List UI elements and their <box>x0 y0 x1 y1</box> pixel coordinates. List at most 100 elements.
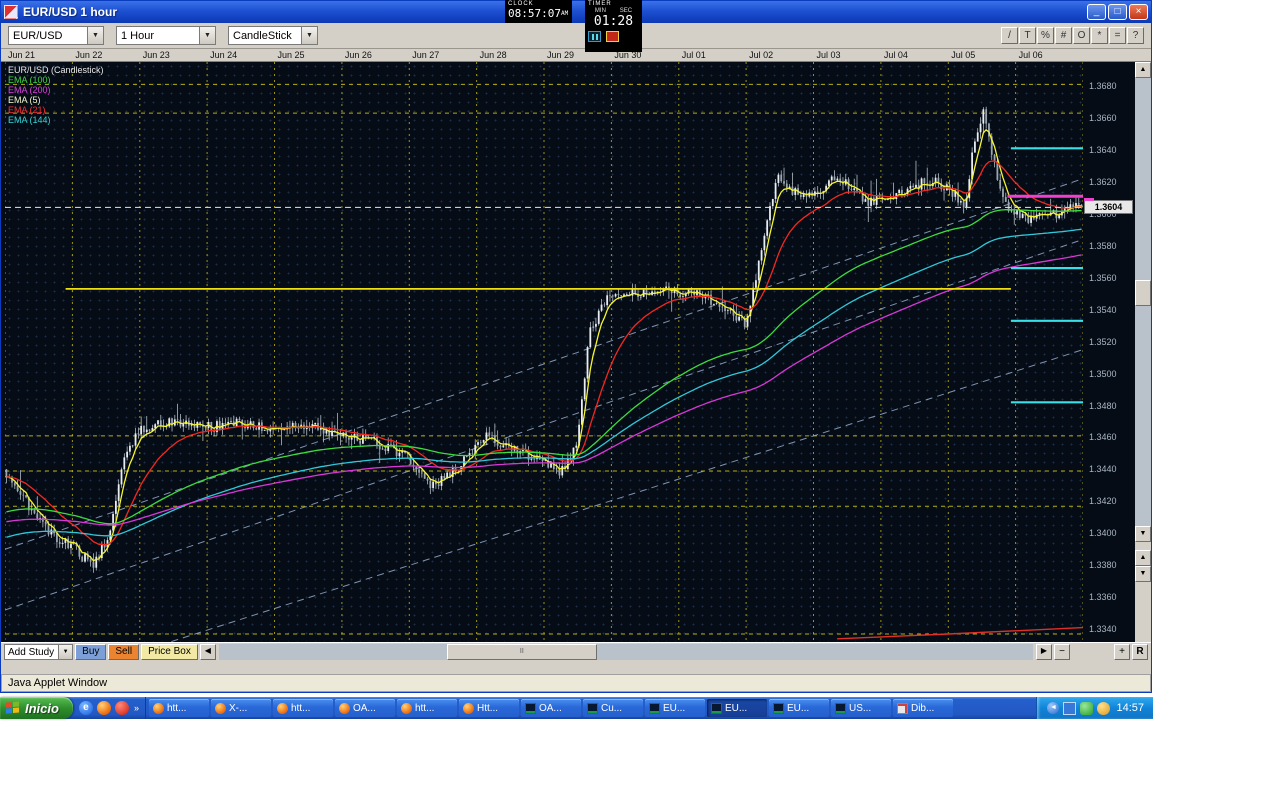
chevron-down-icon[interactable]: ▼ <box>199 27 215 44</box>
opera-icon[interactable] <box>115 701 129 715</box>
timer-value: 01:28 <box>588 15 639 29</box>
system-tray: 14:57 ◄ <box>1036 697 1153 719</box>
price-tick-label: 1.3680 <box>1089 81 1117 91</box>
help-icon[interactable]: ? <box>1127 27 1144 44</box>
taskbar-button-label: htt... <box>415 703 434 714</box>
vertical-scroll-thumb[interactable] <box>1135 280 1151 306</box>
taskbar-button[interactable]: OA... <box>335 699 395 717</box>
chart-icon <box>711 703 722 714</box>
taskbar-button[interactable]: EU... <box>707 699 767 717</box>
taskbar-button[interactable]: htt... <box>397 699 457 717</box>
taskbar-button[interactable]: Htt... <box>459 699 519 717</box>
taskbar-button-label: htt... <box>167 703 186 714</box>
symbol-select[interactable]: EUR/USD ▼ <box>8 26 104 45</box>
legend-item: EUR/USD (Candlestick) <box>8 65 104 75</box>
timer-stop-button[interactable] <box>606 31 619 42</box>
taskbar-button-label: Dib... <box>911 703 934 714</box>
chart-type-select[interactable]: CandleStick ▼ <box>228 26 318 45</box>
taskbar-button[interactable]: htt... <box>149 699 209 717</box>
taskbar-button[interactable]: OA... <box>521 699 581 717</box>
interval-select[interactable]: 1 Hour ▼ <box>116 26 216 45</box>
scale-up-button[interactable]: ▲ <box>1135 550 1151 566</box>
clock-ampm: AM <box>561 10 568 17</box>
taskbar-button[interactable]: htt... <box>273 699 333 717</box>
taskbar-button[interactable]: X-... <box>211 699 271 717</box>
start-button[interactable]: Inicio <box>0 697 73 719</box>
print-icon[interactable]: = <box>1109 27 1126 44</box>
price-tick-label: 1.3340 <box>1089 624 1117 634</box>
add-study-select[interactable]: Add Study ▼ <box>4 644 73 660</box>
network-icon[interactable] <box>1063 702 1076 715</box>
chart-icon <box>835 703 846 714</box>
start-button-label: Inicio <box>25 701 59 716</box>
date-label: Jun 25 <box>278 50 305 60</box>
scroll-up-button[interactable]: ▲ <box>1135 62 1151 78</box>
price-tick-label: 1.3380 <box>1089 560 1117 570</box>
taskbar-button[interactable]: EU... <box>769 699 829 717</box>
antivirus-icon[interactable] <box>1097 702 1110 715</box>
vertical-scrollbar[interactable]: ▲ ▼ ▲ ▼ <box>1135 62 1151 642</box>
refresh-icon[interactable]: O <box>1073 27 1090 44</box>
draw-line-icon[interactable]: / <box>1001 27 1018 44</box>
vertical-scroll-track[interactable] <box>1135 78 1151 526</box>
add-study-value: Add Study <box>5 645 58 659</box>
scroll-right-button[interactable]: ▶ <box>1036 644 1052 660</box>
grid-icon[interactable]: # <box>1055 27 1072 44</box>
taskbar-button-label: X-... <box>229 703 247 714</box>
price-marker <box>1084 198 1094 201</box>
buy-button[interactable]: Buy <box>75 644 106 660</box>
chevron-down-icon[interactable]: ▼ <box>87 27 103 44</box>
current-price-tag: 1.3604 <box>1084 200 1133 214</box>
price-plot[interactable] <box>5 62 1083 642</box>
restore-button[interactable]: □ <box>1108 4 1127 20</box>
price-tick-label: 1.3660 <box>1089 113 1117 123</box>
price-tick-label: 1.3540 <box>1089 305 1117 315</box>
taskbar-button-label: htt... <box>291 703 310 714</box>
chart-toolbar: EUR/USD ▼ 1 Hour ▼ CandleStick ▼ /T%#O*=… <box>1 23 1151 49</box>
price-tick-label: 1.3400 <box>1089 528 1117 538</box>
quick-launch-bar: e» <box>73 697 146 719</box>
taskbar-button[interactable]: Cu... <box>583 699 643 717</box>
zoom-in-button[interactable]: + <box>1114 644 1130 660</box>
chevron-down-icon[interactable]: ▼ <box>301 27 317 44</box>
taskbar-button[interactable]: Dib... <box>893 699 953 717</box>
scale-down-button[interactable]: ▼ <box>1135 566 1151 582</box>
timer-pause-button[interactable] <box>588 31 601 42</box>
settings-icon[interactable]: * <box>1091 27 1108 44</box>
horizontal-scroll-track[interactable]: II <box>219 644 1033 660</box>
clock-gadget: CLOCK 08:57:07AM <box>505 0 572 23</box>
close-button[interactable]: × <box>1129 4 1148 20</box>
text-note-icon[interactable]: T <box>1019 27 1036 44</box>
firefox-icon <box>339 703 350 714</box>
quick-launch-overflow-icon[interactable]: » <box>133 703 139 713</box>
legend-item: EMA (100) <box>8 75 104 85</box>
firefox-icon <box>277 703 288 714</box>
title-bar[interactable]: EUR/USD 1 hour _ □ × <box>1 1 1151 23</box>
horizontal-scroll-thumb[interactable]: II <box>447 644 597 660</box>
taskbar: Inicio e» htt...X-...htt...OA...htt...Ht… <box>0 697 1153 719</box>
internet-explorer-icon[interactable]: e <box>79 701 93 715</box>
chart-legend: EUR/USD (Candlestick)EMA (100)EMA (200)E… <box>8 65 104 125</box>
taskbar-button[interactable]: EU... <box>645 699 705 717</box>
messenger-icon[interactable] <box>1080 702 1093 715</box>
price-box-button[interactable]: Price Box <box>141 644 198 660</box>
scroll-down-button[interactable]: ▼ <box>1135 526 1151 542</box>
chart-window: EUR/USD 1 hour _ □ × EUR/USD ▼ 1 Hour ▼ … <box>0 0 1152 693</box>
hide-icons-icon[interactable]: ◄ <box>1047 702 1059 714</box>
date-label: Jul 05 <box>951 50 975 60</box>
firefox-icon[interactable] <box>97 701 111 715</box>
reset-button[interactable]: R <box>1132 644 1148 660</box>
taskbar-button-label: Cu... <box>601 703 622 714</box>
minimize-button[interactable]: _ <box>1087 4 1106 20</box>
taskbar-button[interactable]: US... <box>831 699 891 717</box>
price-tick-label: 1.3620 <box>1089 177 1117 187</box>
sell-button[interactable]: Sell <box>108 644 139 660</box>
chevron-down-icon[interactable]: ▼ <box>58 645 72 659</box>
date-label: Jul 02 <box>749 50 773 60</box>
scroll-left-button[interactable]: ◀ <box>200 644 216 660</box>
zoom-out-button[interactable]: − <box>1054 644 1070 660</box>
date-label: Jun 26 <box>345 50 372 60</box>
interval-value: 1 Hour <box>117 27 199 44</box>
taskbar-buttons: htt...X-...htt...OA...htt...Htt...OA...C… <box>146 697 1037 719</box>
percent-icon[interactable]: % <box>1037 27 1054 44</box>
